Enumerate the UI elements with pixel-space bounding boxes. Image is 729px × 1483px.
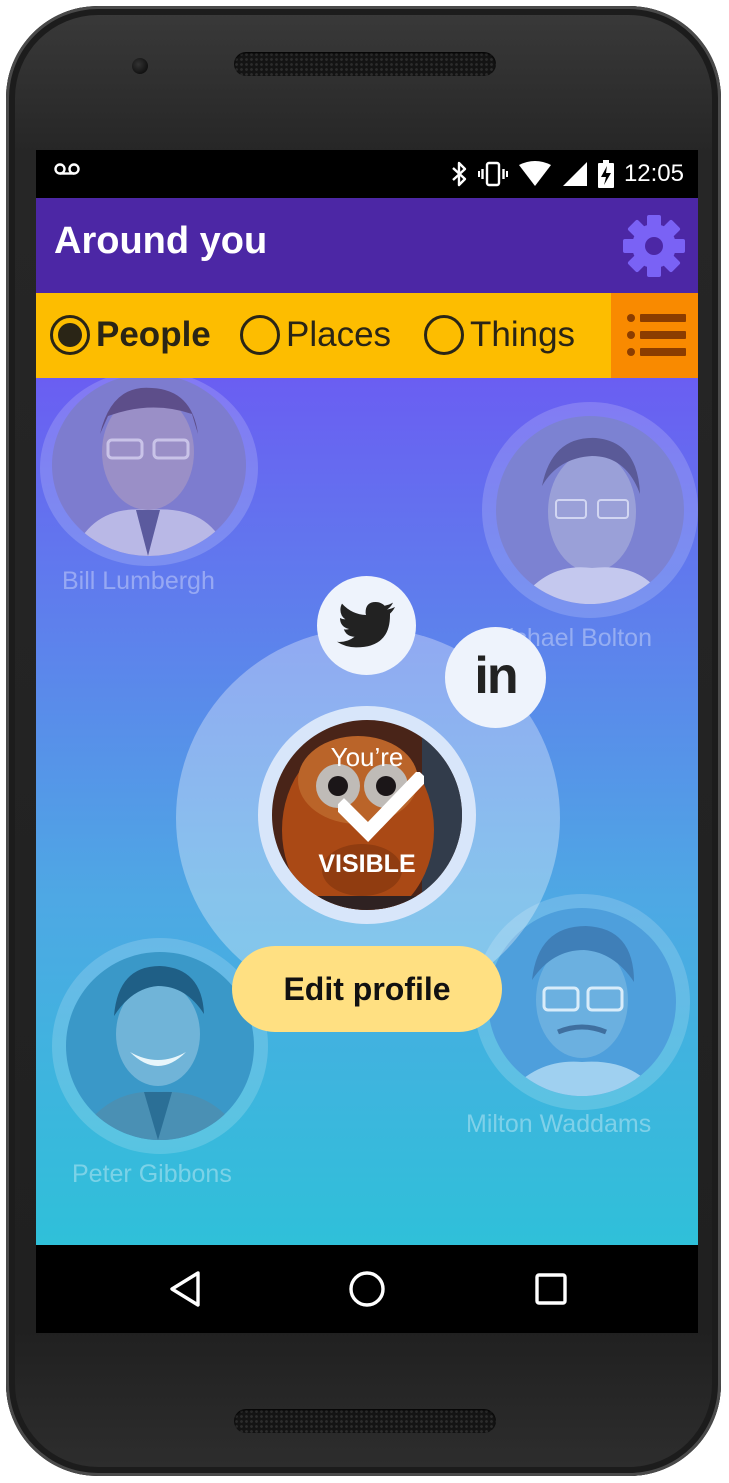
radio-people[interactable]: People [50,311,211,359]
recents-icon[interactable] [531,1269,571,1309]
status-bar: 12:05 [36,150,698,198]
status-time: 12:05 [623,160,684,187]
radio-label-places: Places [286,315,392,354]
list-view-button[interactable] [611,293,698,378]
radio-places[interactable]: Places [240,311,391,359]
top-speaker-grille [234,52,496,76]
back-icon[interactable] [166,1269,206,1309]
nav-bar [36,1245,698,1333]
radio-unselected-icon [424,315,464,355]
category-filter-bar: People Places Things [36,293,698,378]
person-bill-lumbergh[interactable]: Bill Lumbergh [40,378,262,610]
person-name: Milton Waddams [466,1110,652,1138]
person-michael-bolton[interactable]: Michael Bolton [482,402,698,662]
visibility-status-top: You’re [330,742,404,772]
phone-frame: 12:05 Around you People Places Things Bi… [6,6,721,1476]
list-icon [627,314,686,356]
twitter-icon [336,601,395,647]
person-name: Peter Gibbons [72,1160,232,1188]
avatar [52,378,246,556]
radio-label-things: Things [470,315,576,354]
wifi-icon [518,161,551,186]
edit-profile-button[interactable]: Edit profile [232,946,502,1032]
app-bar: Around you [36,198,698,293]
person-name: Bill Lumbergh [62,567,215,595]
page-title: Around you [54,220,268,262]
voicemail-icon [54,163,80,175]
radar-area: Bill Lumbergh Michael Bolton Milton Wadd… [36,378,698,1245]
cell-signal-icon [562,162,587,186]
gear-icon[interactable] [620,212,688,280]
radio-label-people: People [96,315,211,354]
front-camera [132,58,148,74]
radio-unselected-icon [240,315,280,355]
checkmark-icon [338,772,424,842]
avatar [496,416,684,604]
bluetooth-icon [452,161,467,187]
avatar [66,952,254,1140]
vibrate-icon [477,161,508,187]
my-avatar[interactable]: You’re VISIBLE [272,720,462,910]
battery-charging-icon [597,160,614,188]
linkedin-icon: in [474,646,518,705]
radio-things[interactable]: Things [424,311,575,359]
linkedin-button[interactable]: in [445,627,546,728]
visibility-status-bottom: VISIBLE [318,850,416,878]
screen: 12:05 Around you People Places Things Bi… [36,150,698,1333]
radio-selected-icon [50,315,90,355]
home-icon[interactable] [347,1269,387,1309]
twitter-button[interactable] [317,576,416,675]
bottom-speaker-grille [234,1409,496,1433]
